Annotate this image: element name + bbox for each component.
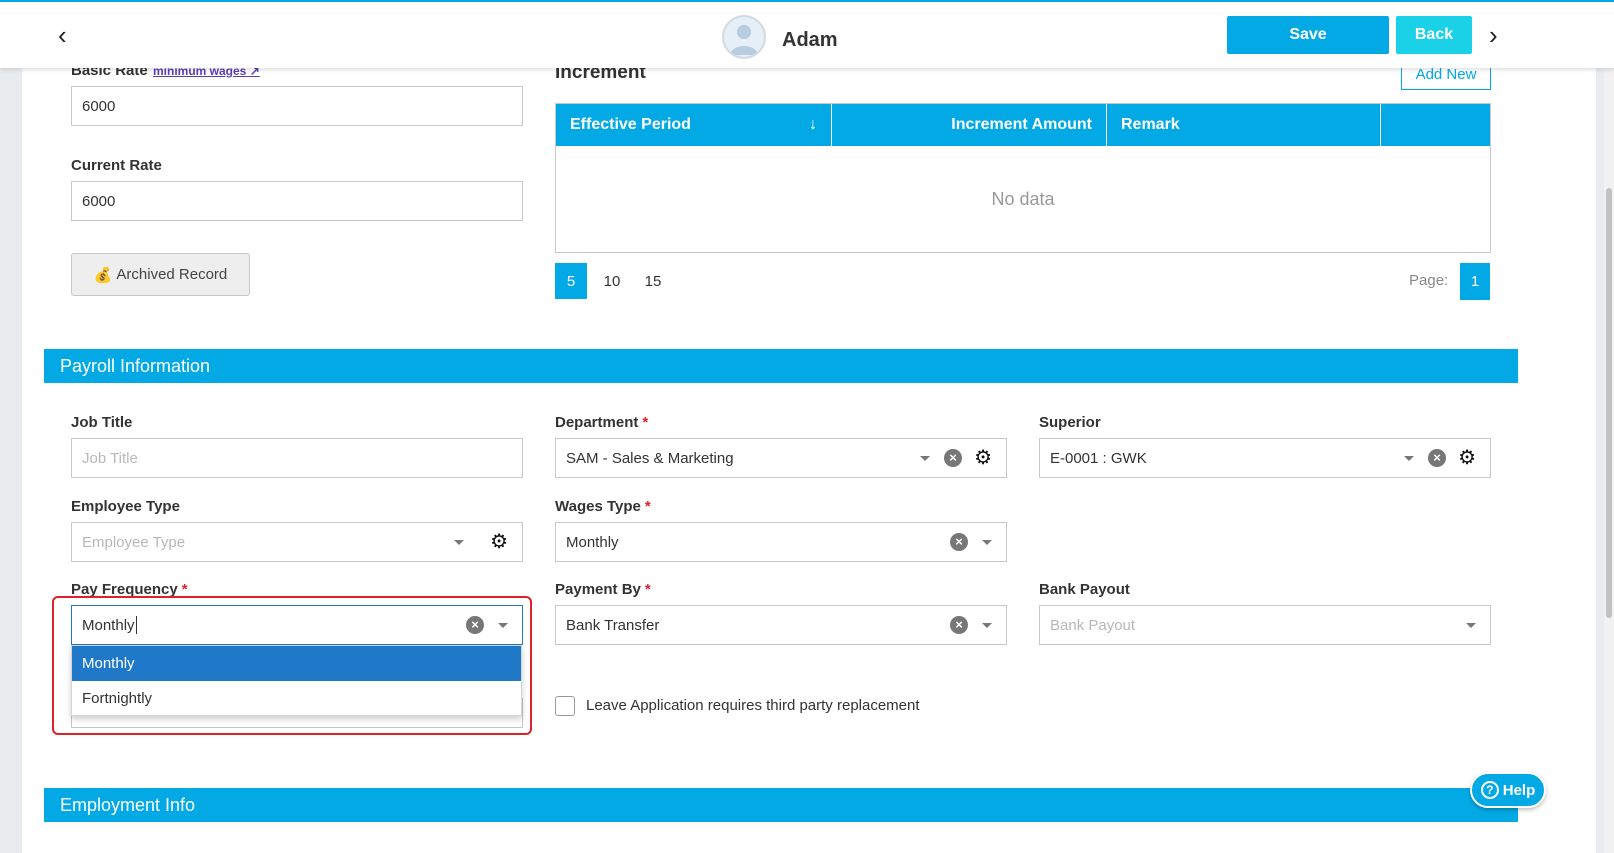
chevron-down-icon[interactable] <box>982 622 992 628</box>
chevron-down-icon[interactable] <box>498 622 508 628</box>
required-marker: * <box>642 414 649 431</box>
chevron-down-icon[interactable] <box>982 539 992 545</box>
wages-type-select[interactable]: Monthly × <box>555 522 1007 562</box>
gear-icon[interactable]: ⚙ <box>1458 448 1476 468</box>
column-increment-amount-label: Increment Amount <box>951 116 1092 133</box>
wages-type-label: Wages Type * <box>555 498 651 515</box>
current-page-button[interactable]: 1 <box>1460 263 1490 300</box>
payroll-information-header: Payroll Information <box>44 349 1518 383</box>
column-effective-period-label: Effective Period <box>570 116 691 133</box>
payment-by-value: Bank Transfer <box>566 616 660 634</box>
column-actions <box>1381 104 1490 146</box>
column-increment-amount[interactable]: Increment Amount <box>832 104 1107 146</box>
increment-table-header: Effective Period ↓ Increment Amount Rema… <box>556 104 1490 146</box>
current-rate-label: Current Rate <box>71 157 162 174</box>
next-record-icon[interactable]: › <box>1489 22 1498 48</box>
user-silhouette-icon <box>730 25 758 55</box>
employee-type-select[interactable]: Employee Type ⚙ <box>71 522 523 562</box>
clear-icon[interactable]: × <box>1428 449 1447 467</box>
employee-type-label: Employee Type <box>71 498 180 515</box>
page-size-option[interactable]: 5 <box>555 263 587 299</box>
top-bar: ‹ Adam Save Back › <box>0 0 1614 68</box>
sort-descending-icon[interactable]: ↓ <box>809 116 817 134</box>
basic-rate-input[interactable]: 6000 <box>71 86 523 126</box>
superior-label: Superior <box>1039 414 1101 431</box>
bank-payout-select-controls <box>1452 606 1490 644</box>
chevron-down-icon[interactable] <box>454 539 465 545</box>
bank-payout-placeholder: Bank Payout <box>1050 616 1136 634</box>
increment-table: Effective Period ↓ Increment Amount Rema… <box>555 103 1491 253</box>
required-marker: * <box>644 498 651 515</box>
scrollbar[interactable] <box>1604 68 1614 853</box>
text-cursor <box>135 616 137 634</box>
employment-info-header: Employment Info <box>44 788 1518 822</box>
pay-frequency-select[interactable]: Monthly × <box>71 605 523 645</box>
bank-payout-label: Bank Payout <box>1039 581 1130 598</box>
superior-select[interactable]: E-0001 : GWK × ⚙ <box>1039 438 1491 478</box>
superior-select-controls: × ⚙ <box>1390 439 1490 477</box>
page-size-selector: 5 10 15 <box>555 263 669 299</box>
current-rate-value: 6000 <box>82 192 116 210</box>
department-select-controls: × ⚙ <box>906 439 1006 477</box>
help-label: Help <box>1502 781 1536 799</box>
bank-payout-select[interactable]: Bank Payout <box>1039 605 1491 645</box>
department-value: SAM - Sales & Marketing <box>566 449 734 467</box>
previous-record-icon[interactable]: ‹ <box>58 22 67 48</box>
column-effective-period[interactable]: Effective Period ↓ <box>556 104 832 146</box>
dropdown-option[interactable]: Fortnightly <box>72 681 521 716</box>
department-select[interactable]: SAM - Sales & Marketing × ⚙ <box>555 438 1007 478</box>
department-label-text: Department <box>555 414 639 431</box>
payment-by-label: Payment By * <box>555 581 651 598</box>
job-title-input[interactable]: Job Title <box>71 438 523 478</box>
required-marker: * <box>644 581 651 598</box>
pay-frequency-value: Monthly <box>82 616 135 634</box>
column-remark-label: Remark <box>1121 116 1180 133</box>
save-button[interactable]: Save <box>1227 16 1389 54</box>
job-title-label: Job Title <box>71 414 133 431</box>
department-label: Department * <box>555 414 648 431</box>
basic-rate-value: 6000 <box>82 97 116 115</box>
page-label: Page: <box>1409 272 1449 289</box>
archived-record-label: Archived Record <box>116 266 228 283</box>
page-size-option[interactable]: 10 <box>596 263 628 299</box>
question-circle-icon: ? <box>1480 781 1499 799</box>
back-button[interactable]: Back <box>1396 16 1472 54</box>
payment-by-select[interactable]: Bank Transfer × <box>555 605 1007 645</box>
wages-type-label-text: Wages Type <box>555 498 641 515</box>
employee-type-placeholder: Employee Type <box>82 533 186 551</box>
clear-icon[interactable]: × <box>944 449 963 467</box>
gear-icon[interactable]: ⚙ <box>974 448 992 468</box>
superior-value: E-0001 : GWK <box>1050 449 1147 467</box>
current-rate-input[interactable]: 6000 <box>71 181 523 221</box>
avatar <box>722 15 766 59</box>
leave-replacement-checkbox[interactable] <box>555 696 575 716</box>
clear-icon[interactable]: × <box>950 616 968 634</box>
dropdown-option-selected[interactable]: Monthly <box>72 646 521 681</box>
chevron-down-icon[interactable] <box>1404 455 1415 461</box>
chevron-down-icon[interactable] <box>920 455 931 461</box>
payment-by-label-text: Payment By <box>555 581 641 598</box>
wages-type-select-controls: × <box>950 523 1006 561</box>
help-button[interactable]: ? Help <box>1470 772 1546 808</box>
page: ‹ Adam Save Back › Basic Rate minimum wa… <box>0 0 1614 853</box>
gear-icon[interactable]: ⚙ <box>490 532 508 552</box>
page-size-option[interactable]: 15 <box>637 263 669 299</box>
archived-record-button[interactable]: 💰 Archived Record <box>71 253 250 296</box>
payment-by-select-controls: × <box>950 606 1006 644</box>
page-title: Adam <box>782 29 838 51</box>
clear-icon[interactable]: × <box>950 533 968 551</box>
money-bag-icon: 💰 <box>93 266 113 284</box>
wages-type-value: Monthly <box>566 533 619 551</box>
pay-frequency-select-controls: × <box>466 606 522 644</box>
clear-icon[interactable]: × <box>466 616 484 634</box>
column-remark[interactable]: Remark <box>1107 104 1381 146</box>
chevron-down-icon[interactable] <box>1466 622 1476 628</box>
job-title-placeholder: Job Title <box>82 449 138 467</box>
scrollbar-thumb[interactable] <box>1606 188 1612 618</box>
leave-replacement-label: Leave Application requires third party r… <box>586 697 920 714</box>
employee-type-select-controls: ⚙ <box>440 523 522 561</box>
empty-table-message: No data <box>991 188 1055 209</box>
pay-frequency-dropdown: Monthly Fortnightly <box>71 645 522 716</box>
